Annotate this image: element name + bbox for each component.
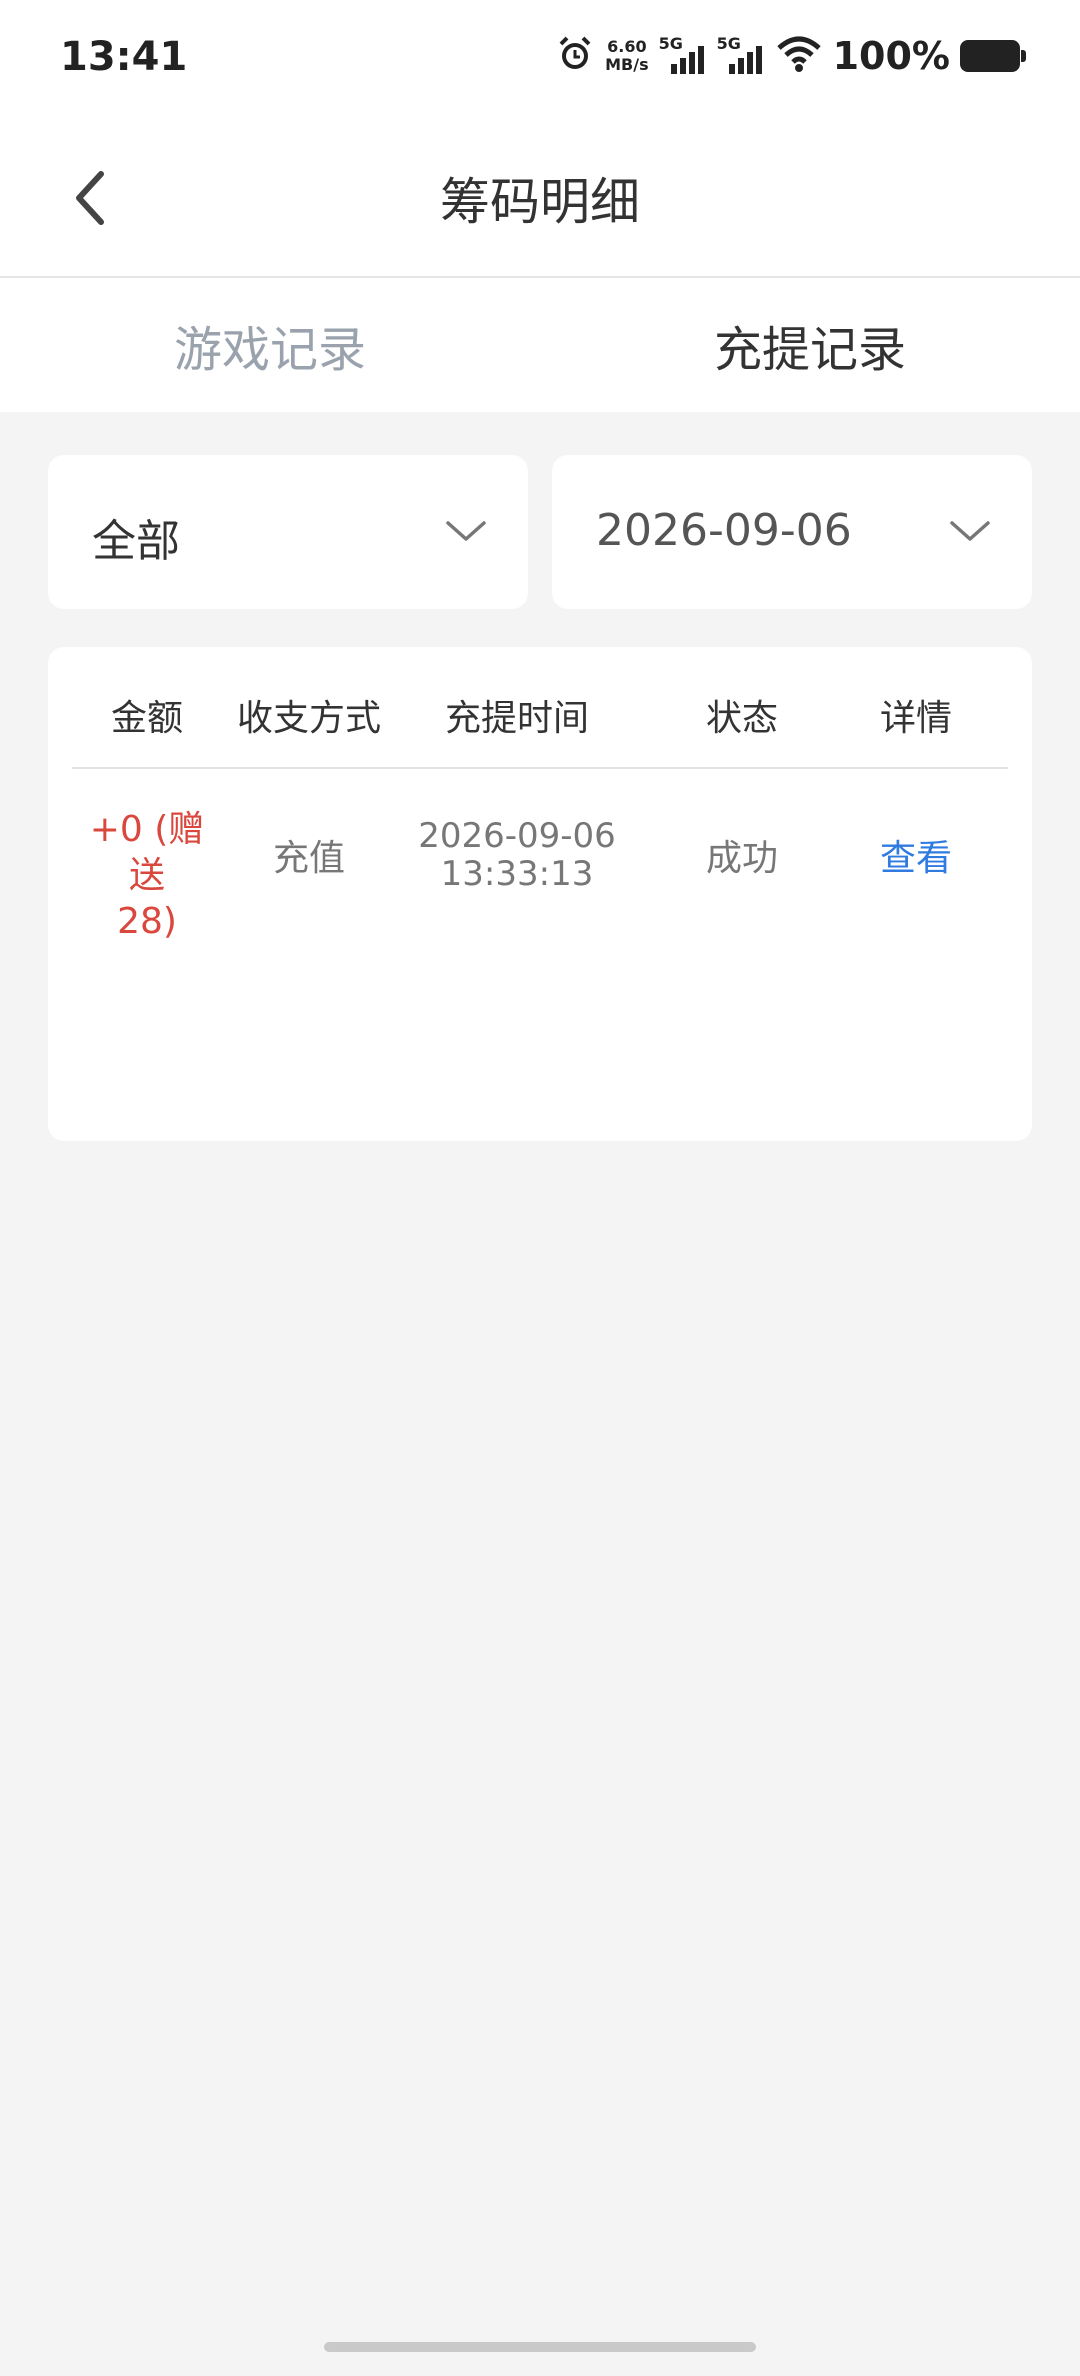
column-header-method: 收支方式: [236, 698, 381, 739]
page-title: 筹码明细: [440, 173, 640, 231]
status-bar: 13:41 6.60 MB/s 5G 5G 100%: [0, 0, 1080, 120]
battery-text: 100%: [832, 34, 950, 78]
column-header-time: 充提时间: [444, 698, 589, 739]
amount-line: 28): [117, 901, 177, 942]
time-cell: 2026-09-06 13:33:13: [412, 817, 622, 893]
chevron-down-icon: [446, 521, 486, 541]
amount-line: +0 (赠送: [89, 809, 205, 896]
alarm-icon: [555, 34, 595, 78]
column-header-detail: 详情: [879, 698, 952, 739]
tab-deposit-withdraw-records[interactable]: 充提记录: [540, 278, 1080, 412]
signal-icon: 5G: [659, 34, 707, 76]
home-indicator[interactable]: [324, 2342, 756, 2352]
network-speed-unit: MB/s: [605, 55, 649, 74]
tab-game-records[interactable]: 游戏记录: [0, 278, 540, 412]
date-filter-value: 2026-09-06: [596, 505, 852, 556]
status-time: 13:41: [60, 34, 188, 80]
type-filter-value: 全部: [92, 516, 180, 567]
chevron-down-icon: [950, 521, 990, 541]
method-cell: 充值: [272, 838, 345, 879]
status-cell: 成功: [705, 838, 778, 879]
status-icons: 6.60 MB/s 5G 5G 100%: [555, 34, 1026, 78]
view-detail-link[interactable]: 查看: [856, 829, 976, 881]
wifi-icon: [775, 34, 823, 78]
amount-cell: +0 (赠送 28): [78, 807, 216, 945]
column-header-amount: 金额: [110, 698, 183, 739]
time-cell-date: 2026-09-06: [418, 816, 616, 856]
type-filter-dropdown[interactable]: 全部: [48, 455, 528, 609]
network-speed-value: 6.60: [607, 37, 647, 56]
date-filter-dropdown[interactable]: 2026-09-06: [552, 455, 1032, 609]
signal-icon: 5G: [717, 34, 765, 76]
network-speed: 6.60 MB/s: [605, 38, 648, 74]
table-header: 金额 收支方式 充提时间 状态 详情: [72, 647, 1008, 769]
table-row: +0 (赠送 28) 充值 2026-09-06 13:33:13 成功 查看: [72, 769, 1008, 942]
record-tabs: 游戏记录 充提记录: [0, 278, 1080, 412]
app-header: 筹码明细: [0, 120, 1080, 278]
time-cell-time: 13:33:13: [440, 854, 594, 894]
records-table: 金额 收支方式 充提时间 状态 详情 +0 (赠送 28) 充值 2026-09…: [48, 647, 1032, 1141]
battery-icon: [960, 40, 1026, 72]
column-header-status: 状态: [705, 698, 778, 739]
